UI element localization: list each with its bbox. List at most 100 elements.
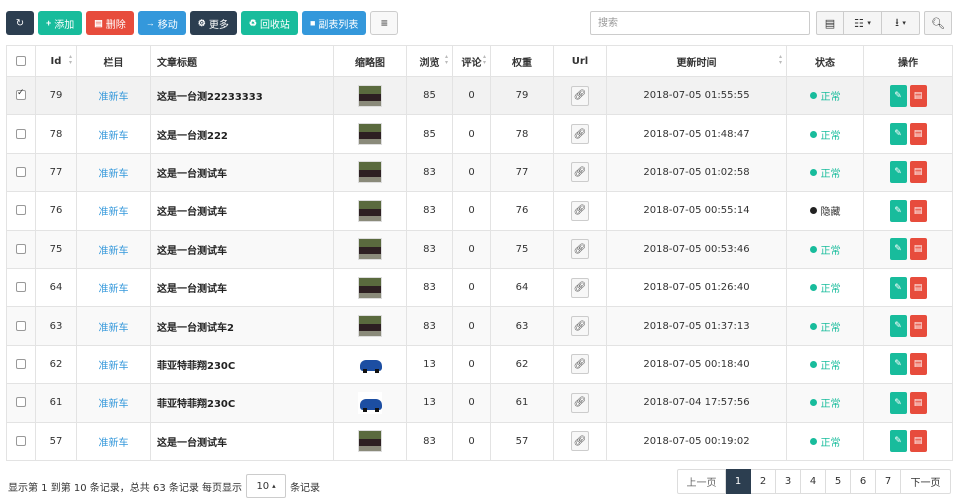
- status-badge[interactable]: 正常: [809, 242, 841, 257]
- column-link[interactable]: 准新车: [99, 169, 129, 180]
- page-3-button[interactable]: 3: [776, 469, 801, 494]
- row-checkbox[interactable]: [16, 358, 26, 369]
- page-4-button[interactable]: 4: [801, 469, 826, 494]
- table-row[interactable]: 78 准新车 这是一台测222 85 0 78 🔗︎ 2018-07-05 01:48:47 正…: [6, 114, 953, 154]
- edit-button[interactable]: ✎: [889, 353, 907, 376]
- link-button[interactable]: 🔗︎: [571, 392, 589, 413]
- thumbnail-image[interactable]: [358, 84, 382, 107]
- header-views[interactable]: 浏览: [406, 45, 453, 77]
- row-checkbox[interactable]: [16, 397, 26, 408]
- select-all-checkbox[interactable]: [16, 55, 26, 66]
- row-checkbox[interactable]: [16, 166, 26, 177]
- status-badge[interactable]: 正常: [809, 357, 841, 372]
- search-button[interactable]: 🔍︎: [924, 11, 952, 35]
- thumbnail-image[interactable]: [358, 199, 382, 222]
- row-checkbox[interactable]: [16, 205, 26, 216]
- header-updated[interactable]: 更新时间: [606, 45, 787, 77]
- recycle-bin-button[interactable]: ♻ 回收站: [240, 11, 298, 35]
- delete-row-button[interactable]: ▤: [909, 199, 927, 222]
- page-6-button[interactable]: 6: [851, 469, 876, 494]
- link-button[interactable]: 🔗︎: [571, 277, 589, 298]
- header-id[interactable]: Id: [35, 45, 77, 77]
- delete-row-button[interactable]: ▤: [909, 161, 927, 184]
- edit-button[interactable]: ✎: [889, 238, 907, 261]
- status-badge[interactable]: 正常: [809, 319, 841, 334]
- table-row[interactable]: 61 准新车 菲亚特菲翔230C 13 0 61 🔗︎ 2018-07-04 17:57:56…: [6, 383, 953, 423]
- export-dropdown-button[interactable]: ⭳ ▾: [882, 11, 920, 35]
- link-button[interactable]: 🔗︎: [571, 162, 589, 183]
- prev-page-button[interactable]: 上一页: [677, 469, 726, 494]
- column-link[interactable]: 准新车: [99, 284, 129, 295]
- table-row[interactable]: 57 准新车 这是一台测试车 83 0 57 🔗︎ 2018-07-05 00:19:02 正常…: [6, 421, 953, 461]
- column-link[interactable]: 准新车: [99, 323, 129, 334]
- edit-button[interactable]: ✎: [889, 315, 907, 338]
- move-button[interactable]: → 移动: [137, 11, 186, 35]
- thumbnail-image[interactable]: [358, 391, 382, 414]
- delete-button[interactable]: ▤ 删除: [86, 11, 134, 35]
- row-checkbox[interactable]: [16, 282, 26, 293]
- edit-button[interactable]: ✎: [889, 161, 907, 184]
- refresh-button[interactable]: ↻: [6, 11, 34, 35]
- link-button[interactable]: 🔗︎: [571, 124, 589, 145]
- column-link[interactable]: 准新车: [99, 399, 129, 410]
- link-button[interactable]: 🔗︎: [571, 239, 589, 260]
- link-button[interactable]: 🔗︎: [571, 85, 589, 106]
- delete-row-button[interactable]: ▤: [909, 238, 927, 261]
- edit-button[interactable]: ✎: [889, 430, 907, 453]
- more-button[interactable]: ⚙ 更多: [189, 11, 237, 35]
- delete-row-button[interactable]: ▤: [909, 123, 927, 146]
- table-row[interactable]: 76 准新车 这是一台测试车 83 0 76 🔗︎ 2018-07-05 00:55:14 隐藏…: [6, 191, 953, 231]
- column-link[interactable]: 准新车: [99, 246, 129, 257]
- column-link[interactable]: 准新车: [99, 361, 129, 372]
- row-checkbox[interactable]: [16, 243, 26, 254]
- status-badge[interactable]: 正常: [809, 88, 841, 103]
- thumbnail-image[interactable]: [358, 123, 382, 146]
- thumbnail-image[interactable]: [358, 353, 382, 376]
- columns-dropdown-button[interactable]: ☷ ▾: [844, 11, 882, 35]
- column-link[interactable]: 准新车: [99, 438, 129, 449]
- delete-row-button[interactable]: ▤: [909, 353, 927, 376]
- menu-button[interactable]: ≡: [370, 11, 399, 35]
- row-checkbox[interactable]: [16, 320, 26, 331]
- delete-row-button[interactable]: ▤: [909, 315, 927, 338]
- column-link[interactable]: 准新车: [99, 207, 129, 218]
- page-size-dropdown[interactable]: 10 ▴: [246, 474, 287, 498]
- status-badge[interactable]: 正常: [809, 280, 841, 295]
- page-5-button[interactable]: 5: [826, 469, 851, 494]
- edit-button[interactable]: ✎: [889, 199, 907, 222]
- edit-button[interactable]: ✎: [889, 123, 907, 146]
- column-link[interactable]: 准新车: [99, 92, 129, 103]
- edit-button[interactable]: ✎: [889, 276, 907, 299]
- thumbnail-image[interactable]: [358, 430, 382, 453]
- edit-button[interactable]: ✎: [889, 84, 907, 107]
- thumbnail-image[interactable]: [358, 161, 382, 184]
- column-link[interactable]: 准新车: [99, 131, 129, 142]
- status-badge[interactable]: 正常: [809, 434, 841, 449]
- status-badge[interactable]: 隐藏: [809, 203, 841, 218]
- table-row[interactable]: 62 准新车 菲亚特菲翔230C 13 0 62 🔗︎ 2018-07-05 00:18:40…: [6, 344, 953, 385]
- table-row[interactable]: 77 准新车 这是一台测试车 83 0 77 🔗︎ 2018-07-05 01:02:58 正常…: [6, 152, 953, 193]
- link-button[interactable]: 🔗︎: [571, 354, 589, 375]
- search-input[interactable]: [590, 11, 810, 35]
- thumbnail-image[interactable]: [358, 315, 382, 338]
- add-button[interactable]: + 添加: [38, 11, 83, 35]
- delete-row-button[interactable]: ▤: [909, 430, 927, 453]
- link-button[interactable]: 🔗︎: [571, 431, 589, 452]
- link-button[interactable]: 🔗︎: [571, 316, 589, 337]
- edit-button[interactable]: ✎: [889, 391, 907, 414]
- page-1-button[interactable]: 1: [726, 469, 751, 494]
- page-7-button[interactable]: 7: [876, 469, 901, 494]
- row-checkbox[interactable]: [16, 435, 26, 446]
- delete-row-button[interactable]: ▤: [909, 276, 927, 299]
- delete-row-button[interactable]: ▤: [909, 84, 927, 107]
- status-badge[interactable]: 正常: [809, 395, 841, 410]
- table-row[interactable]: 75 准新车 这是一台测试车 83 0 75 🔗︎ 2018-07-05 00:53:46 正常…: [6, 229, 953, 269]
- row-checkbox[interactable]: [16, 128, 26, 139]
- thumbnail-image[interactable]: [358, 238, 382, 261]
- table-row[interactable]: 64 准新车 这是一台测试车 83 0 64 🔗︎ 2018-07-05 01:26:40 正常…: [6, 267, 953, 308]
- page-2-button[interactable]: 2: [751, 469, 776, 494]
- link-button[interactable]: 🔗︎: [571, 200, 589, 221]
- row-checkbox[interactable]: [16, 88, 26, 101]
- table-row[interactable]: 79准新车这是一台测2223333385079🔗︎2018-07-05 01:5…: [6, 75, 953, 116]
- next-page-button[interactable]: 下一页: [901, 469, 951, 494]
